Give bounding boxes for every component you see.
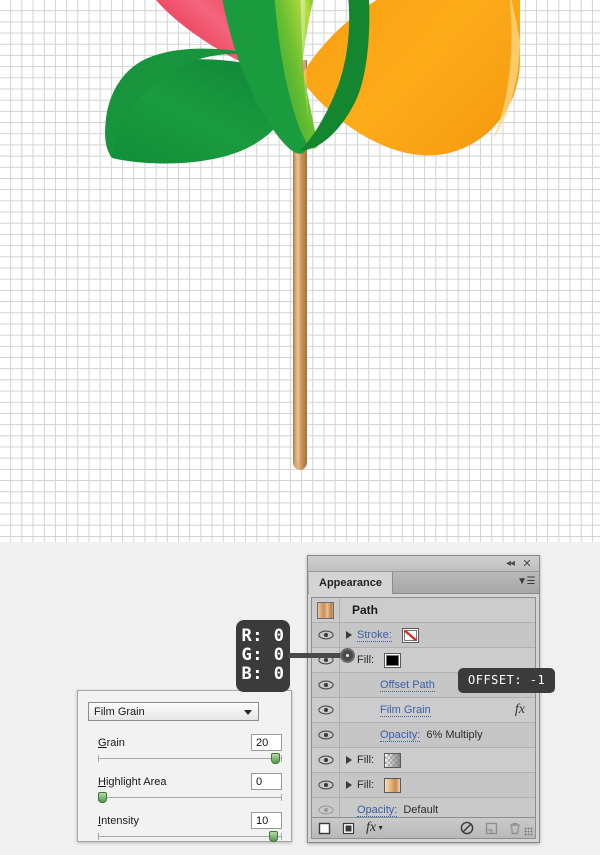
chevron-down-icon: ▼ xyxy=(377,824,385,832)
effect-select[interactable]: Film Grain xyxy=(88,702,259,721)
visibility-eye-icon[interactable] xyxy=(312,648,340,672)
rgb-g-value: G: 0 xyxy=(241,645,285,665)
appearance-list[interactable]: Path Stroke: Fill: Offset Path Film Grai… xyxy=(311,597,536,821)
appearance-row-path[interactable]: Path xyxy=(312,598,535,623)
visibility-eye-icon[interactable] xyxy=(312,673,340,697)
duplicate-item-icon[interactable] xyxy=(479,818,503,838)
highlight-accel: H xyxy=(98,776,106,788)
expand-triangle-icon[interactable] xyxy=(340,623,357,647)
grain-input[interactable]: 20 xyxy=(251,734,282,751)
offset-path-label[interactable]: Offset Path xyxy=(380,679,435,692)
rgb-b-value: B: 0 xyxy=(241,664,285,684)
panel-tab-row[interactable]: Appearance ▼☰ xyxy=(308,572,539,594)
add-new-stroke-icon[interactable] xyxy=(312,818,336,838)
gradient-checker-swatch[interactable] xyxy=(384,752,402,768)
screenshot-root: ◂◂ ✕ Appearance ▼☰ Path Stroke: Fill: Of… xyxy=(0,0,600,855)
appearance-panel-footer[interactable]: fx ▼ xyxy=(311,817,536,839)
add-new-fill-icon[interactable] xyxy=(336,818,360,838)
highlight-label-rest: ighlight Area xyxy=(105,776,167,788)
stroke-label[interactable]: Stroke: xyxy=(357,629,392,642)
grain-slider-thumb[interactable] xyxy=(270,753,280,764)
none-swatch[interactable] xyxy=(401,627,419,643)
resize-grip[interactable] xyxy=(524,827,533,836)
opacity-default-label[interactable]: Opacity: xyxy=(357,804,398,817)
expand-triangle-icon[interactable] xyxy=(340,748,357,772)
visibility-eye-icon[interactable] xyxy=(312,623,340,647)
panel-menu-icon[interactable]: ▼☰ xyxy=(517,576,535,588)
panel-titlebar[interactable]: ◂◂ ✕ xyxy=(308,556,539,572)
grain-label: Grain xyxy=(98,737,125,749)
grain-accel: G xyxy=(98,737,107,749)
fx-label: fx xyxy=(365,820,377,835)
visibility-eye-icon[interactable] xyxy=(312,723,340,747)
fill-3-label: Fill: xyxy=(357,779,375,791)
highlight-area-slider-thumb[interactable] xyxy=(97,792,107,803)
grain-slider-track[interactable] xyxy=(98,755,282,762)
intensity-label: Intensity xyxy=(98,815,139,827)
fill-top-label: Fill: xyxy=(357,654,375,666)
opacity-value: 6% Multiply xyxy=(426,729,483,741)
clear-appearance-icon[interactable] xyxy=(455,818,479,838)
visibility-eye-icon[interactable] xyxy=(312,698,340,722)
appearance-row-opacity-multiply[interactable]: Opacity: 6% Multiply xyxy=(312,723,535,748)
film-grain-label[interactable]: Film Grain xyxy=(380,704,431,717)
callout-target-dot xyxy=(340,648,355,663)
pinwheel-illustration[interactable] xyxy=(0,0,600,542)
path-thumbnail-cell xyxy=(312,598,340,622)
illustrator-canvas[interactable] xyxy=(0,0,600,542)
intensity-slider-track[interactable] xyxy=(98,833,282,840)
highlight-area-label: Highlight Area xyxy=(98,776,167,788)
appearance-panel[interactable]: ◂◂ ✕ Appearance ▼☰ Path Stroke: Fill: Of… xyxy=(307,555,540,843)
visibility-eye-icon[interactable] xyxy=(312,773,340,797)
appearance-row-stroke[interactable]: Stroke: xyxy=(312,623,535,648)
rgb-r-value: R: 0 xyxy=(241,626,285,646)
chevron-down-icon xyxy=(244,710,252,715)
appearance-row-film-grain[interactable]: Film Grain fx xyxy=(312,698,535,723)
expand-triangle-icon[interactable] xyxy=(340,773,357,797)
tab-appearance[interactable]: Appearance xyxy=(309,572,393,594)
black-swatch[interactable] xyxy=(384,652,402,668)
fx-menu-icon[interactable]: fx ▼ xyxy=(360,818,390,838)
collapse-to-icons-icon[interactable]: ◂◂ xyxy=(503,557,517,571)
effect-select-value: Film Grain xyxy=(94,706,145,718)
rgb-value-tooltip: R: 0 G: 0 B: 0 xyxy=(236,620,290,692)
film-grain-effect-dialog[interactable]: Film Grain Grain 20 Highlight Area 0 Int… xyxy=(77,690,292,842)
path-label: Path xyxy=(352,603,379,617)
visibility-eye-icon[interactable] xyxy=(312,748,340,772)
intensity-label-rest: ntensity xyxy=(101,815,139,827)
intensity-slider-thumb[interactable] xyxy=(268,831,278,842)
opacity-label[interactable]: Opacity: xyxy=(380,729,421,742)
appearance-row-fill-2[interactable]: Fill: xyxy=(312,748,535,773)
fill-2-label: Fill: xyxy=(357,754,375,766)
close-icon[interactable]: ✕ xyxy=(520,557,534,571)
fx-icon[interactable]: fx xyxy=(515,702,525,718)
intensity-input[interactable]: 10 xyxy=(251,812,282,829)
appearance-row-fill-3[interactable]: Fill: xyxy=(312,773,535,798)
wood-gradient-swatch[interactable] xyxy=(384,777,402,793)
highlight-area-slider-track[interactable] xyxy=(98,794,282,801)
wood-gradient-thumbnail xyxy=(317,601,334,619)
opacity-default-value: Default xyxy=(403,804,439,816)
grain-label-rest: rain xyxy=(106,737,125,749)
offset-value-tooltip: OFFSET: -1 xyxy=(458,668,556,693)
highlight-area-input[interactable]: 0 xyxy=(251,773,282,790)
